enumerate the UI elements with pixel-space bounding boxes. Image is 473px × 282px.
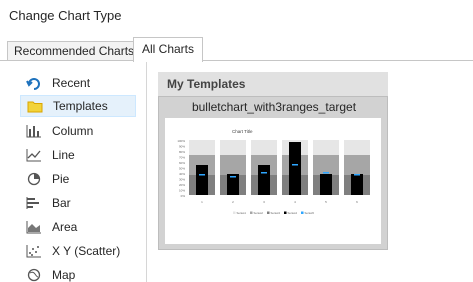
preview-y-tick: 40% (179, 172, 185, 176)
pie-chart-icon (24, 171, 44, 187)
sidebar-item-recent[interactable]: Recent (20, 72, 136, 94)
template-preview: Chart Title 100% 90% 80% 70% 60% 50% 40% 30% 20%… (165, 118, 381, 244)
value-bar (196, 165, 208, 195)
sidebar-item-line[interactable]: Line (20, 144, 136, 166)
preview-legend-label: Series5 (305, 211, 315, 215)
range-band-high (189, 140, 215, 155)
range-band-mid (220, 155, 246, 175)
preview-y-tick: 20% (179, 183, 185, 187)
preview-y-tick: 50% (179, 167, 185, 171)
preview-x-tick: 3 (263, 200, 265, 204)
target-marker (354, 174, 360, 176)
preview-legend-swatch (233, 211, 236, 214)
template-card[interactable]: bulletchart_with3ranges_target Chart Tit… (158, 96, 388, 250)
line-chart-icon (24, 147, 44, 163)
preview-legend-swatch (250, 211, 253, 214)
sidebar-item-label: X Y (Scatter) (52, 244, 121, 258)
template-name: bulletchart_with3ranges_target (191, 100, 357, 114)
template-gallery: My Templates bulletchart_with3ranges_tar… (158, 72, 473, 282)
preview-x-tick: 5 (325, 200, 327, 204)
preview-legend-label: Series1 (237, 211, 247, 215)
target-marker (199, 174, 205, 176)
preview-x-tick: 6 (356, 200, 358, 204)
preview-x-tick: 4 (294, 200, 296, 204)
preview-legend-swatch (284, 211, 287, 214)
range-band-high (220, 140, 246, 155)
tab-all-charts[interactable]: All Charts (133, 37, 204, 62)
tab-recommended-charts[interactable]: Recommended Charts (7, 41, 142, 61)
sidebar-item-label: Line (52, 148, 75, 162)
sidebar-item-label: Area (52, 220, 78, 234)
column-chart-icon (24, 123, 44, 139)
preview-legend-label: Series4 (288, 211, 298, 215)
preview-y-tick: 80% (179, 150, 185, 154)
range-band-high (344, 140, 370, 155)
preview-y-tick: 100% (177, 139, 185, 143)
preview-y-tick: 60% (179, 161, 185, 165)
sidebar-item-label: Pie (52, 172, 70, 186)
my-templates-heading: My Templates (158, 72, 388, 96)
preview-legend: Series1 Series2 Series3 Series4 Series5 (233, 211, 314, 215)
sidebar-item-label: Column (52, 124, 94, 138)
sidebar-item-pie[interactable]: Pie (20, 168, 136, 190)
scatter-chart-icon (24, 243, 44, 259)
sidebar-item-templates[interactable]: Templates (20, 95, 136, 117)
value-bar (258, 165, 270, 195)
sidebar-item-area[interactable]: Area (20, 216, 136, 238)
preview-y-tick: 90% (179, 145, 185, 149)
preview-y-tick: 0% (181, 194, 186, 198)
value-bar (351, 174, 363, 195)
chart-type-sidebar: Recent Templates Column Line Pie Bar Are… (0, 61, 147, 282)
sidebar-item-label: Bar (52, 196, 71, 210)
preview-y-tick: 10% (179, 189, 185, 193)
preview-x-tick: 2 (232, 200, 234, 204)
area-chart-icon (24, 219, 44, 235)
preview-x-axis: 1 2 3 4 5 6 (201, 200, 358, 204)
recent-icon (24, 75, 44, 91)
templates-folder-icon (25, 98, 45, 114)
range-band-high (313, 140, 339, 155)
map-chart-icon (24, 267, 44, 282)
preview-y-axis: 100% 90%80% 70%60% 50%40% 30%20% 10%0% (177, 139, 185, 198)
sidebar-item-label: Map (52, 268, 76, 282)
sidebar-item-label: Recent (52, 76, 91, 90)
sidebar-item-scatter[interactable]: X Y (Scatter) (20, 240, 136, 262)
target-marker (323, 172, 329, 174)
sidebar-item-label: Templates (53, 99, 108, 113)
preview-legend-swatch (301, 211, 304, 214)
bar-chart-icon (24, 195, 44, 211)
sidebar-item-column[interactable]: Column (20, 120, 136, 142)
sidebar-item-map[interactable]: Map (20, 264, 136, 282)
tab-strip: Recommended Charts All Charts (0, 37, 473, 62)
value-bar (320, 174, 332, 195)
preview-chart-title: Chart Title (232, 129, 253, 134)
preview-legend-label: Series3 (271, 211, 281, 215)
value-bar (289, 142, 301, 195)
preview-legend-label: Series2 (254, 211, 264, 215)
target-marker (292, 164, 298, 166)
sidebar-item-bar[interactable]: Bar (20, 192, 136, 214)
preview-y-tick: 30% (179, 178, 185, 182)
preview-legend-swatch (267, 211, 270, 214)
preview-y-tick: 70% (179, 156, 185, 160)
dialog-title: Change Chart Type (9, 8, 122, 23)
preview-x-tick: 1 (201, 200, 203, 204)
range-band-high (251, 140, 277, 155)
target-marker (230, 176, 236, 178)
target-marker (261, 172, 267, 174)
range-band-mid (344, 155, 370, 175)
